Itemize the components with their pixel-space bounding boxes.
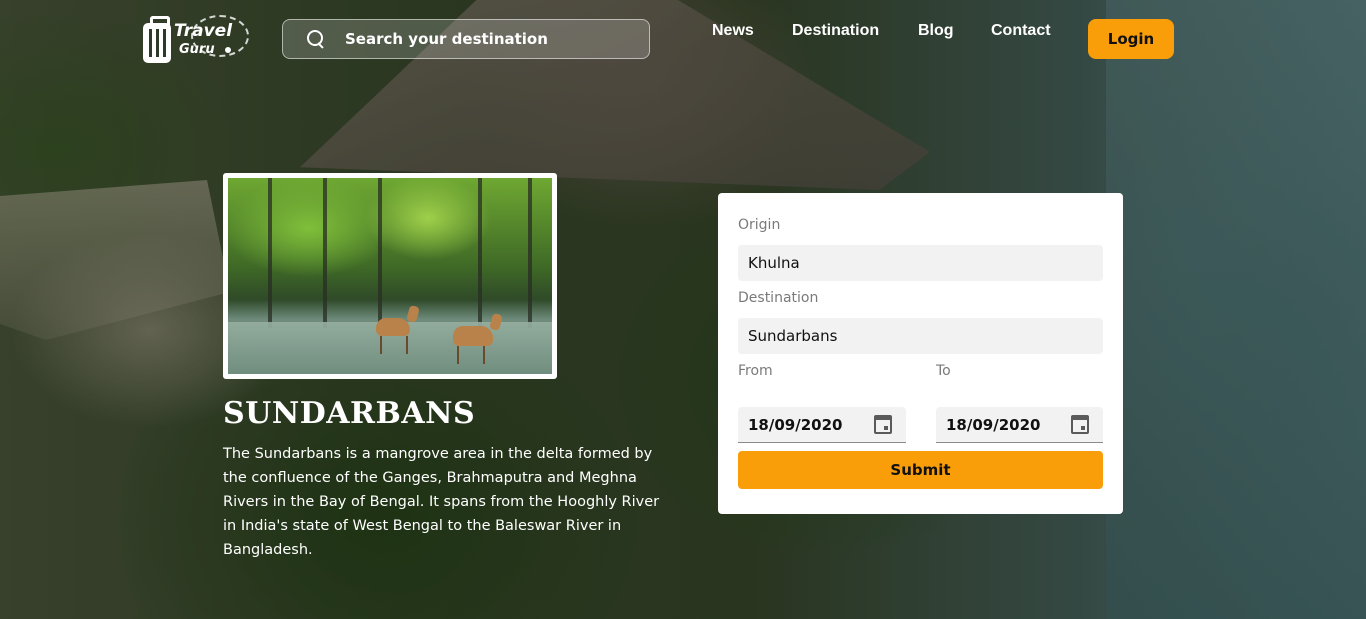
destination-photo <box>223 173 557 379</box>
suitcase-icon <box>143 16 171 63</box>
from-date-value: 18/09/2020 <box>748 415 843 434</box>
search-input[interactable] <box>345 30 649 48</box>
to-label: To <box>936 363 951 379</box>
photo-tree <box>323 178 327 328</box>
travel-guru-logo[interactable]: Travel Guru <box>143 13 253 69</box>
nav-link-destination[interactable]: Destination <box>792 22 879 40</box>
search-icon <box>307 30 325 48</box>
photo-tree <box>528 178 532 328</box>
login-button[interactable]: Login <box>1088 19 1174 59</box>
background-overlay <box>0 0 1366 619</box>
suitcase-stripe <box>149 29 152 57</box>
logo-dot <box>225 47 231 53</box>
calendar-icon[interactable] <box>1071 415 1089 434</box>
suitcase-stripe <box>156 29 159 57</box>
from-date-field[interactable]: 18/09/2020 <box>738 407 906 443</box>
nav-link-blog[interactable]: Blog <box>918 22 954 40</box>
submit-button[interactable]: Submit <box>738 451 1103 489</box>
nav-link-news[interactable]: News <box>712 22 754 40</box>
booking-form: Origin Khulna Destination Sundarbans Fro… <box>718 193 1123 514</box>
photo-tree <box>478 178 482 328</box>
destination-description: The Sundarbans is a mangrove area in the… <box>223 446 660 558</box>
destination-title: SUNDARBANS <box>223 396 476 431</box>
photo-tree <box>268 178 272 328</box>
destination-field[interactable]: Sundarbans <box>738 318 1103 354</box>
photo-deer <box>453 326 493 364</box>
search-bar[interactable] <box>282 19 650 59</box>
origin-field[interactable]: Khulna <box>738 245 1103 281</box>
to-date-field[interactable]: 18/09/2020 <box>936 407 1103 443</box>
photo-tree <box>378 178 382 328</box>
calendar-icon[interactable] <box>874 415 892 434</box>
logo-text-travel: Travel <box>174 21 233 41</box>
origin-label: Origin <box>738 217 781 233</box>
nav-link-contact[interactable]: Contact <box>991 22 1051 40</box>
logo-text-guru: Guru <box>179 42 215 57</box>
photo-deer <box>376 318 410 354</box>
from-label: From <box>738 363 773 379</box>
to-date-value: 18/09/2020 <box>946 415 1041 434</box>
destination-label: Destination <box>738 290 819 306</box>
suitcase-stripe <box>163 29 166 57</box>
